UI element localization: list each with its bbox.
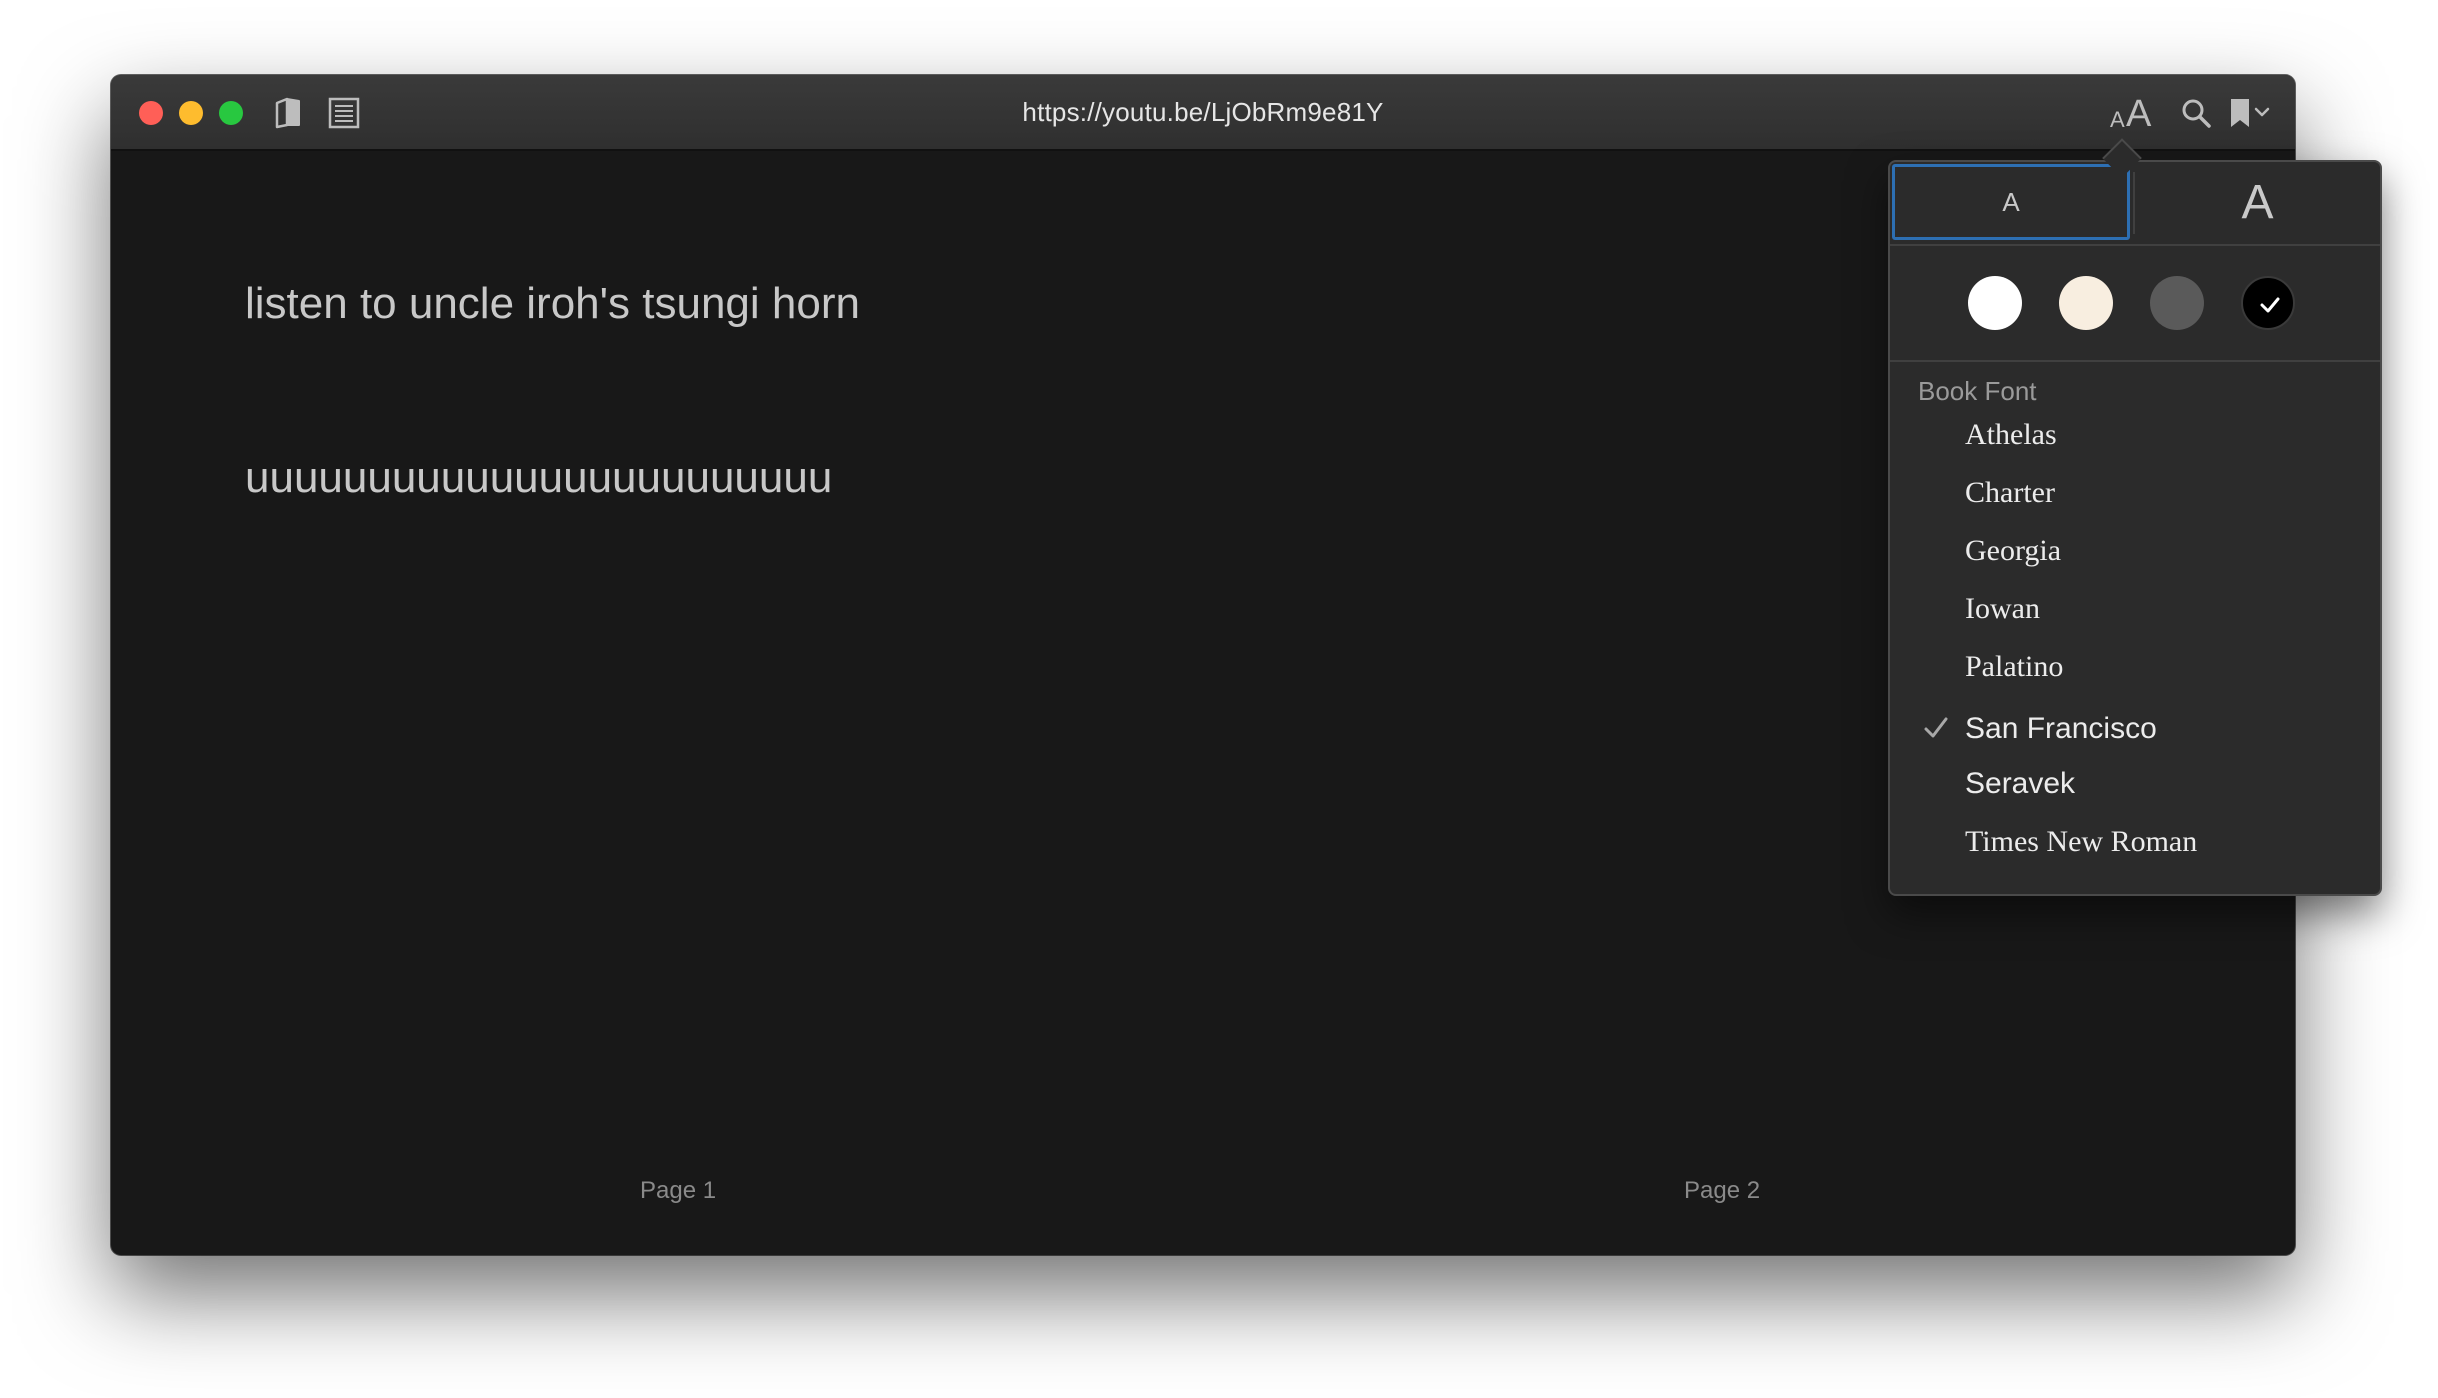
font-option-label: Georgia bbox=[1965, 534, 2062, 567]
theme-sepia-swatch[interactable] bbox=[2059, 276, 2113, 330]
font-option-charter[interactable]: Charter bbox=[1890, 466, 2380, 522]
increase-font-size-button[interactable]: A bbox=[2135, 162, 2380, 244]
book-text-line: listen to uncle iroh's tsungi horn bbox=[245, 279, 860, 328]
font-option-label: Charter bbox=[1965, 476, 2055, 509]
font-option-san-francisco[interactable]: San Francisco bbox=[1890, 702, 2380, 758]
theme-row bbox=[1890, 246, 2380, 362]
theme-night-swatch[interactable] bbox=[2241, 276, 2295, 330]
font-option-label: Seravek bbox=[1965, 767, 2076, 800]
decrease-font-size-button[interactable]: A bbox=[1892, 164, 2130, 240]
font-option-iowan[interactable]: Iowan bbox=[1890, 582, 2380, 638]
appearance-popover: A A Book Font Athelas Charter Georgia Io… bbox=[1888, 160, 2382, 896]
font-option-label: Palatino bbox=[1965, 650, 2064, 683]
font-option-label: Athelas bbox=[1965, 418, 2057, 451]
chevron-down-icon[interactable] bbox=[2253, 103, 2271, 121]
checkmark-icon bbox=[1924, 717, 1948, 738]
font-option-label: Iowan bbox=[1965, 592, 2040, 625]
title-bar: https://youtu.be/LjObRm9e81Y A A bbox=[111, 75, 2295, 151]
page-number-right: Page 2 bbox=[1684, 1177, 1761, 1204]
search-icon[interactable] bbox=[2178, 95, 2214, 131]
font-option-label: Times New Roman bbox=[1965, 825, 2198, 858]
font-option-times-new-roman[interactable]: Times New Roman bbox=[1890, 815, 2380, 871]
font-option-athelas[interactable]: Athelas bbox=[1890, 408, 2380, 464]
font-option-label: San Francisco bbox=[1965, 712, 2157, 745]
theme-gray-swatch[interactable] bbox=[2150, 276, 2204, 330]
theme-white-swatch[interactable] bbox=[1968, 276, 2022, 330]
page-title-url: https://youtu.be/LjObRm9e81Y bbox=[1022, 97, 1384, 127]
book-font-heading: Book Font bbox=[1918, 376, 2037, 406]
font-size-row: A A bbox=[1890, 162, 2380, 246]
font-option-georgia[interactable]: Georgia bbox=[1890, 524, 2380, 580]
font-option-seravek[interactable]: Seravek bbox=[1890, 757, 2380, 813]
page-number-left: Page 1 bbox=[640, 1177, 717, 1204]
font-size-small-glyph: A bbox=[2110, 107, 2125, 132]
font-size-icon[interactable]: A A bbox=[2106, 89, 2162, 135]
book-text-line: uuuuuuuuuuuuuuuuuuuuuuuu bbox=[245, 453, 833, 502]
font-option-palatino[interactable]: Palatino bbox=[1890, 640, 2380, 696]
checkmark-icon bbox=[2260, 297, 2280, 313]
font-size-large-glyph: A bbox=[2126, 93, 2152, 135]
